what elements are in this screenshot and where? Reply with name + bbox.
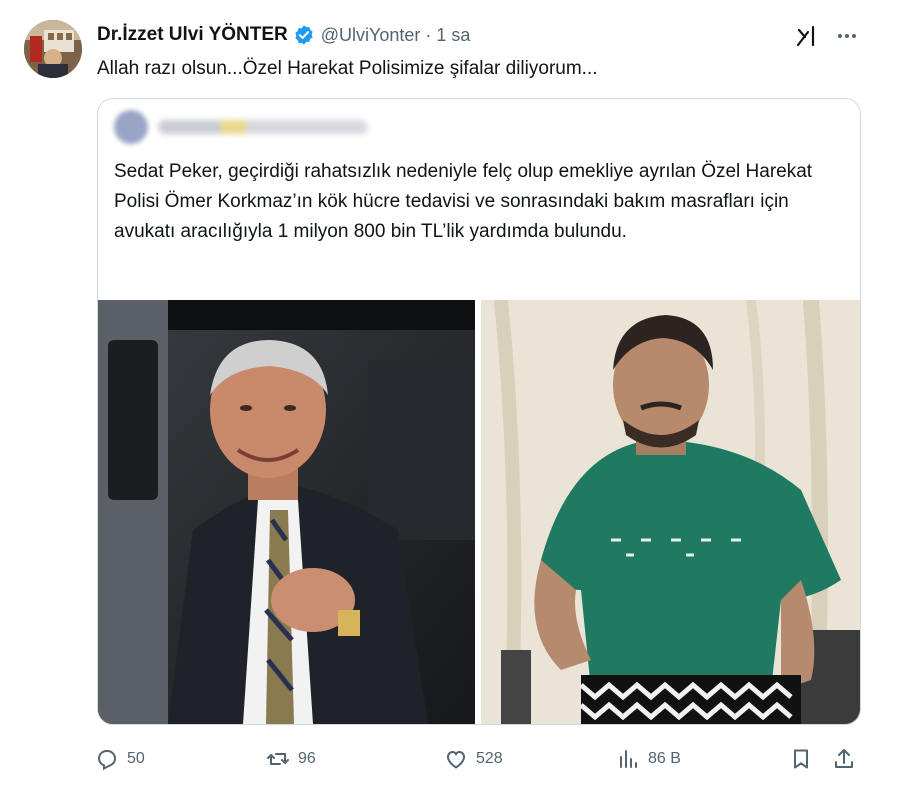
like-button[interactable]: 528 bbox=[444, 742, 503, 776]
quoted-author-blurred bbox=[158, 120, 368, 134]
retweet-button[interactable]: 96 bbox=[266, 742, 316, 776]
photo-man-in-suit[interactable] bbox=[98, 300, 475, 724]
more-icon[interactable] bbox=[834, 24, 860, 48]
retweet-count: 96 bbox=[298, 750, 316, 767]
author-name[interactable]: Dr.İzzet Ulvi YÖNTER bbox=[97, 24, 288, 46]
quoted-media bbox=[98, 300, 860, 724]
quoted-tweet[interactable]: Sedat Peker, geçirdiği rahatsızlık neden… bbox=[97, 98, 861, 725]
like-icon bbox=[446, 750, 466, 769]
photo-man-in-wheelchair[interactable] bbox=[481, 300, 860, 724]
views-icon bbox=[620, 750, 637, 768]
verified-badge-icon bbox=[295, 25, 313, 45]
grok-icon[interactable] bbox=[795, 24, 819, 48]
tweet-text: Allah razı olsun...Özel Harekat Polisimi… bbox=[97, 58, 598, 79]
reply-count: 50 bbox=[127, 750, 145, 767]
separator-dot: · bbox=[425, 24, 432, 45]
avatar[interactable] bbox=[24, 20, 82, 78]
author-handle[interactable]: @UlviYonter bbox=[321, 25, 421, 46]
quoted-tweet-header bbox=[114, 110, 368, 144]
share-icon bbox=[835, 749, 853, 768]
views-button[interactable]: 86 B bbox=[616, 742, 681, 776]
views-count: 86 B bbox=[648, 750, 681, 767]
reply-button[interactable]: 50 bbox=[95, 742, 145, 776]
action-bar: 50 96 528 86 B bbox=[0, 742, 900, 776]
retweet-icon bbox=[267, 753, 289, 765]
timestamp[interactable]: 1 sa bbox=[436, 25, 470, 46]
like-count: 528 bbox=[476, 750, 503, 767]
quoted-avatar-blurred bbox=[114, 110, 148, 144]
quoted-tweet-text: Sedat Peker, geçirdiği rahatsızlık neden… bbox=[114, 161, 813, 242]
tweet-header: Dr.İzzet Ulvi YÖNTER @UlviYonter · 1 sa bbox=[97, 20, 470, 50]
reply-icon bbox=[97, 750, 117, 771]
bookmark-icon bbox=[794, 749, 808, 769]
share-button[interactable] bbox=[832, 742, 856, 776]
tweet[interactable]: Dr.İzzet Ulvi YÖNTER @UlviYonter · 1 sa … bbox=[0, 0, 900, 797]
bookmark-button[interactable] bbox=[789, 742, 813, 776]
